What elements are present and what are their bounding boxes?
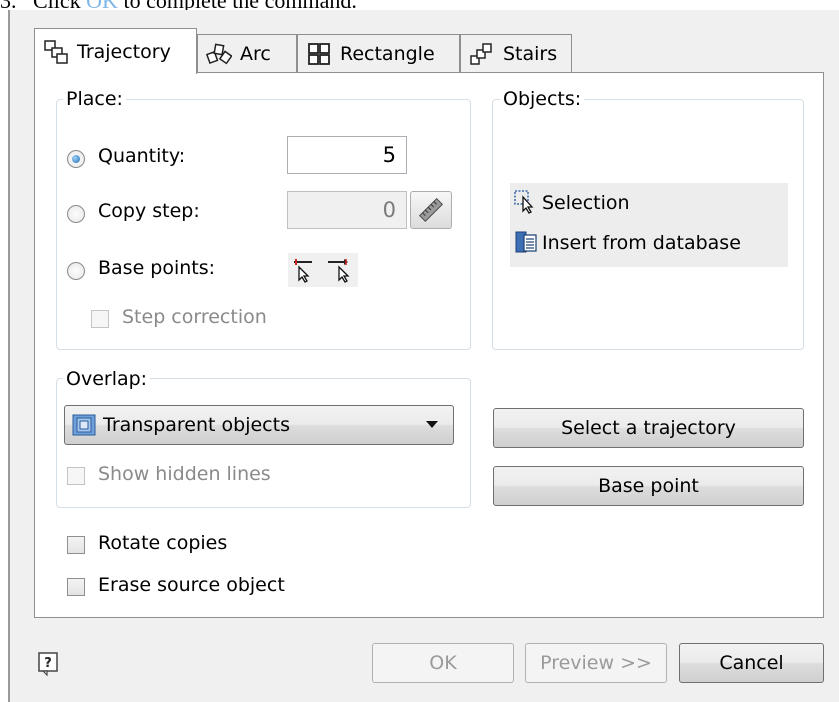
pick-second-point-icon[interactable]: [326, 257, 354, 283]
base-points-radio[interactable]: [67, 262, 85, 280]
ok-button[interactable]: OK: [372, 643, 514, 683]
copy-step-label: Copy step:: [98, 200, 200, 222]
objects-group-title: Objects:: [500, 88, 585, 110]
database-icon: [515, 231, 537, 253]
tab-label-arc: Arc: [240, 42, 271, 65]
cancel-button[interactable]: Cancel: [679, 643, 824, 683]
stairs-icon: [470, 42, 492, 65]
tab-label-stairs: Stairs: [503, 42, 558, 65]
rotate-copies-checkbox[interactable]: [67, 536, 85, 554]
copy-step-field[interactable]: 0: [287, 191, 407, 229]
tab-rectangle[interactable]: Rectangle: [297, 34, 460, 72]
base-points-buttons: [288, 253, 358, 287]
trajectory-icon: [44, 39, 68, 64]
overlap-group-title: Overlap:: [63, 368, 151, 390]
measure-step-button[interactable]: [410, 191, 452, 229]
show-hidden-lines-label: Show hidden lines: [98, 463, 271, 485]
erase-source-label: Erase source object: [98, 574, 285, 596]
show-hidden-lines-checkbox[interactable]: [67, 467, 85, 485]
base-point-button[interactable]: Base point: [493, 466, 804, 506]
arc-icon: [206, 42, 232, 64]
quantity-radio[interactable]: [67, 150, 85, 168]
help-button[interactable]: ?: [38, 652, 60, 677]
rectangle-grid-icon: [308, 42, 330, 65]
selection-label: Selection: [542, 192, 630, 214]
tab-trajectory[interactable]: Trajectory: [34, 28, 197, 74]
quantity-field[interactable]: 5: [287, 136, 407, 174]
transparent-objects-icon: [72, 414, 96, 436]
tab-stairs[interactable]: Stairs: [460, 34, 572, 72]
tab-arc[interactable]: Arc: [197, 34, 297, 72]
place-group-title: Place:: [63, 88, 126, 110]
preview-button[interactable]: Preview >>: [525, 643, 667, 683]
overlap-selected-value: Transparent objects: [103, 414, 290, 436]
selection-cursor-icon: [514, 190, 534, 214]
svg-text:?: ?: [44, 656, 52, 671]
chevron-down-icon: [426, 421, 438, 428]
tab-label-trajectory: Trajectory: [77, 40, 171, 63]
insert-from-database-label: Insert from database: [542, 232, 741, 254]
tab-label-rectangle: Rectangle: [340, 42, 435, 65]
step-correction-checkbox[interactable]: [91, 310, 109, 328]
select-trajectory-button[interactable]: Select a trajectory: [493, 408, 804, 448]
ruler-icon: [418, 197, 444, 223]
erase-source-checkbox[interactable]: [67, 578, 85, 596]
quantity-label: Quantity:: [98, 145, 186, 167]
rotate-copies-label: Rotate copies: [98, 532, 228, 554]
step-correction-label: Step correction: [122, 306, 267, 328]
pick-first-point-icon[interactable]: [292, 257, 318, 283]
overlap-dropdown[interactable]: Transparent objects: [64, 405, 454, 445]
base-points-label: Base points:: [98, 257, 216, 279]
help-icon: ?: [38, 652, 58, 677]
copy-step-radio[interactable]: [67, 205, 85, 223]
